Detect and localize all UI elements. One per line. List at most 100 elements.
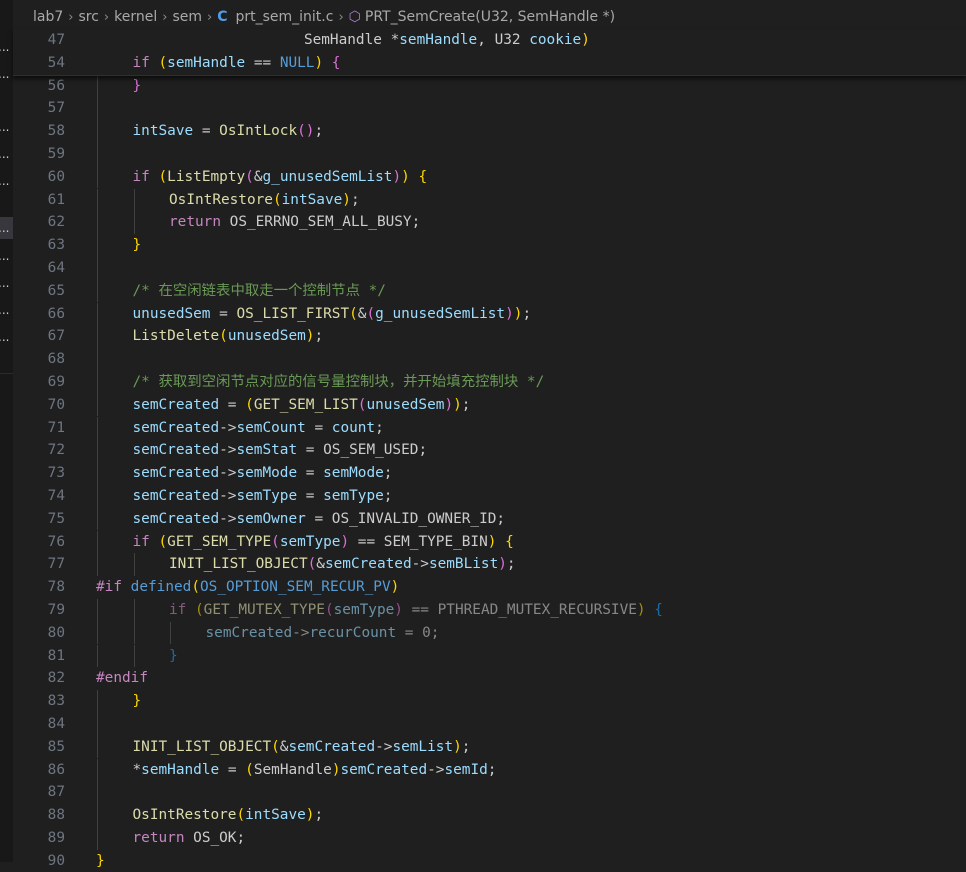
code-token: g_unusedSemList [375,305,506,322]
line-number: 73 [47,465,65,482]
code-line[interactable]: 90} [13,850,966,872]
code-token: -> [427,761,445,778]
explorer-item[interactable]: ... [0,326,13,348]
breadcrumb-symbol[interactable]: PRT_SemCreate(U32, SemHandle *) [365,9,615,25]
code-line[interactable]: 57 [13,97,966,121]
code-line[interactable]: 59 [13,142,966,166]
code-token: semStat [236,442,298,459]
code-text: intSave = OsIntLock(); [133,120,324,143]
breadcrumb-file[interactable]: prt_sem_init.c [235,9,333,25]
code-line[interactable]: 80 semCreated->recurCount = 0; [13,621,966,645]
code-text: SemHandle *semHandle, U32 cookie) [96,29,590,52]
line-number: 90 [47,852,65,869]
code-token: semCreated [288,738,376,755]
code-line[interactable]: 54 if (semHandle == NULL) { [13,52,966,75]
code-line[interactable]: 56} [13,74,966,98]
code-line[interactable]: 58 intSave = OsIntLock(); [13,120,966,143]
line-number: 83 [47,693,65,710]
code-line[interactable]: 62 return OS_ERRNO_SEM_ALL_BUSY; [13,211,966,235]
code-token: ( [324,601,334,618]
line-number: 74 [47,487,65,504]
code-line[interactable]: 78 #if defined(OS_OPTION_SEM_RECUR_PV) [13,576,966,599]
code-line[interactable]: 64 [13,256,966,280]
code-line[interactable]: 71 semCreated->semCount = count; [13,416,966,440]
code-line[interactable]: 66 unusedSem = OS_LIST_FIRST(&(g_unusedSe… [13,302,966,326]
line-number: 78 [47,579,65,596]
code-token: ; [430,624,440,641]
breadcrumb-segment[interactable]: src [78,9,98,25]
code-token: = [297,487,324,504]
code-line[interactable]: 86 *semHandle = (SemHandle)semCreated->se… [13,758,966,782]
breadcrumb-segment[interactable]: sem [172,9,202,25]
code-line[interactable]: 82 #endif [13,667,966,690]
code-line[interactable]: 61 OsIntRestore(intSave); [13,188,966,212]
code-line[interactable]: 81} [13,644,966,668]
code-line[interactable]: 69 /* 获取到空闲节点对应的信号量控制块，并开始填充控制块 */ [13,370,966,394]
code-text: } [96,850,105,872]
breadcrumb-segment[interactable]: lab7 [33,9,63,25]
indent-guide [97,234,98,257]
code-line[interactable]: 87 [13,781,966,805]
indent-guide [133,621,135,645]
code-token: semCount [236,419,306,436]
code-token: ( [219,328,228,345]
indent-guide [133,211,135,235]
code-line[interactable]: 47 SemHandle *semHandle, U32 cookie) [13,29,966,52]
code-token: -> [219,510,237,527]
indent-guide [97,598,98,622]
code-line[interactable]: 88 OsIntRestore(intSave); [13,804,966,827]
code-line[interactable]: 67 ListDelete(unusedSem); [13,325,966,349]
code-line[interactable]: 74 semCreated->semType = semType; [13,484,966,508]
explorer-item[interactable]: ... [0,143,13,165]
code-line[interactable]: 68 [13,348,966,371]
explorer-item[interactable]: ... [0,272,13,294]
code-token: ; [236,829,246,846]
code-line[interactable]: 70 semCreated = (GET_SEM_LIST(unusedSem))… [13,393,966,417]
code-token: ; [461,738,471,755]
code-line[interactable]: 83} [13,690,966,713]
code-line[interactable]: 63} [13,234,966,257]
code-line[interactable]: 72 semCreated->semStat = OS_SEM_USED; [13,439,966,463]
code-token: ) [636,601,646,618]
code-line[interactable]: 73 semCreated->semMode = semMode; [13,462,966,485]
code-token: } [96,852,105,869]
code-token: semId [444,761,488,778]
explorer-item[interactable]: ... [0,299,13,321]
code-text: return OS_ERRNO_SEM_ALL_BUSY; [169,211,420,234]
indent-guide [97,165,98,189]
explorer-item[interactable]: ... [0,245,13,267]
code-token: = [210,305,237,322]
code-token: & [316,556,325,573]
explorer-item[interactable]: ... [0,116,13,138]
code-line[interactable]: 84 [13,712,966,736]
code-line[interactable]: 75 semCreated->semOwner = OS_INVALID_OWNE… [13,507,966,531]
explorer-item[interactable]: ... [0,217,13,239]
code-text: INIT_LIST_OBJECT(&semCreated->semList); [133,736,471,759]
code-line[interactable]: 79 if (GET_MUTEX_TYPE(semType) == PTHREAD… [13,598,966,622]
code-line[interactable]: 60 if (ListEmpty(&g_unusedSemList)) { [13,165,966,189]
code-token: ) [498,556,507,573]
breadcrumb-segment[interactable]: kernel [114,9,157,25]
explorer-item[interactable]: ... [0,63,13,85]
code-token: ( [195,601,204,618]
code-token: -> [219,465,237,482]
explorer-item[interactable]: ... [0,36,13,58]
code-line[interactable]: 85 INIT_LIST_OBJECT(&semCreated->semList)… [13,735,966,759]
code-token: PTHREAD_MUTEX_RECURSIVE [437,601,637,618]
code-token: GET_MUTEX_TYPE [203,601,325,618]
code-line[interactable]: 65 /* 在空闲链表中取走一个控制节点 */ [13,279,966,303]
code-token: ; [506,556,516,573]
code-line[interactable]: 89 return OS_OK; [13,826,966,850]
indent-guide [97,530,98,554]
code-token: OsIntRestore [169,191,273,208]
indent-guide [97,439,98,463]
code-token: semCreated [340,761,428,778]
line-number: 54 [47,54,65,71]
explorer-item[interactable]: ... [0,170,13,192]
code-line[interactable]: 77 INIT_LIST_OBJECT(&semCreated->semBList… [13,553,966,577]
code-token: = [219,761,246,778]
sticky-scroll-header[interactable]: 47 SemHandle *semHandle, U32 cookie) 54 if… [13,29,966,76]
code-editor[interactable]: 47 SemHandle *semHandle, U32 cookie) 54 if… [13,29,966,869]
code-line[interactable]: 76 if (GET_SEM_TYPE(semType) == SEM_TYPE_… [13,530,966,554]
